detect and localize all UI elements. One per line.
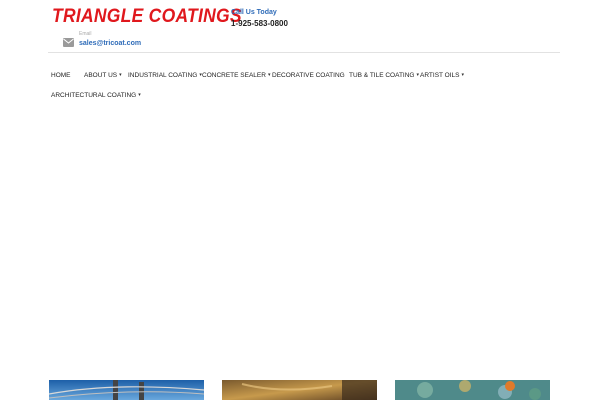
email-label: Email <box>79 31 92 37</box>
header-divider <box>48 52 560 53</box>
phone-number[interactable]: 1-925-583-0800 <box>231 19 288 28</box>
nav-item-industrial-coating[interactable]: INDUSTRIAL COATING ▾ <box>128 72 202 79</box>
nav-item-about-us[interactable]: ABOUT US ▾ <box>84 72 122 79</box>
nav-item-artist-oils[interactable]: ARTIST OILS ▾ <box>420 72 464 79</box>
nav-item-concrete-sealer[interactable]: CONCRETE SEALER ▾ <box>202 72 270 79</box>
nav-item-tub-tile-coating[interactable]: TUB & TILE COATING ▾ <box>349 72 419 79</box>
email-link[interactable]: sales@tricoat.com <box>79 40 141 47</box>
stained-concrete-photo[interactable] <box>222 380 377 400</box>
nav-item-label: ABOUT US <box>84 72 118 79</box>
nav-item-decorative-coating[interactable]: DECORATIVE COATING <box>272 72 345 79</box>
decorative-floor-photo[interactable] <box>395 380 550 400</box>
nav-item-home[interactable]: HOME <box>51 72 71 79</box>
nav-item-label: TUB & TILE COATING <box>349 72 415 79</box>
nav-item-label: ARCHITECTURAL COATING <box>51 92 137 99</box>
chevron-down-icon: ▾ <box>119 72 122 78</box>
nav-item-architectural-coating[interactable]: ARCHITECTURAL COATING ▾ <box>51 92 141 99</box>
chevron-down-icon: ▾ <box>267 72 271 78</box>
chevron-down-icon: ▾ <box>416 72 420 78</box>
chevron-down-icon: ▾ <box>461 72 465 78</box>
bridge-photo[interactable] <box>49 380 204 400</box>
site-logo[interactable]: TRIANGLE COATINGS <box>52 6 242 28</box>
nav-item-label: INDUSTRIAL COATING <box>128 72 198 79</box>
nav-item-label: HOME <box>51 72 71 79</box>
nav-item-label: ARTIST OILS <box>420 72 460 79</box>
envelope-icon <box>63 34 74 52</box>
chevron-down-icon: ▾ <box>138 92 141 98</box>
nav-item-label: CONCRETE SEALER <box>202 72 266 79</box>
nav-item-label: DECORATIVE COATING <box>272 72 345 79</box>
call-us-label: Call Us Today <box>231 9 277 16</box>
